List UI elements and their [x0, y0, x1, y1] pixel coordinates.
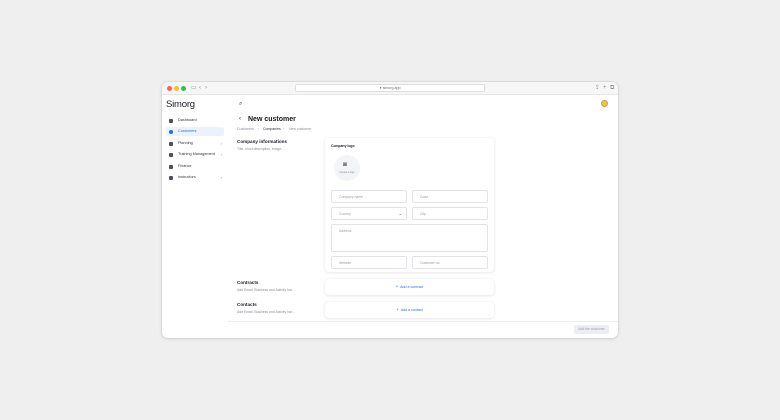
- sidebar-item-planning[interactable]: Planning ›: [166, 139, 224, 148]
- page-title: New customer: [248, 116, 296, 123]
- address-bar[interactable]: ● simorg.app: [295, 84, 485, 92]
- website-placeholder: Website: [339, 261, 352, 265]
- add-customer-button[interactable]: Add the customer: [574, 325, 609, 334]
- sidebar-item-label: Training Management: [178, 152, 215, 156]
- customers-icon: [169, 129, 173, 134]
- country-select[interactable]: Country ⌄: [331, 207, 407, 220]
- plus-icon: +: [395, 284, 399, 289]
- company-logo-label: Company logo: [331, 144, 355, 148]
- contracts-card: + Add a contract: [325, 279, 494, 295]
- calendar-icon: [169, 141, 173, 146]
- app-logo[interactable]: Simorg: [166, 99, 195, 110]
- dashboard-icon: [169, 118, 173, 123]
- section-subtitle: Add Email, Business and Activity bar...: [237, 288, 295, 292]
- code-placeholder: Code: [420, 195, 429, 199]
- sidebar-toggle-icon[interactable]: ▭: [191, 84, 197, 93]
- sidebar-item-label: Instructors: [178, 175, 196, 179]
- close-window-button[interactable]: [167, 86, 172, 91]
- tabs-overview-icon[interactable]: ⧉: [610, 84, 614, 93]
- search-icon[interactable]: ⌕: [239, 100, 242, 108]
- add-contract-label: Add a contract: [400, 285, 424, 289]
- browser-toolbar: ▭ ‹ › ● simorg.app ⇪ + ⧉: [162, 82, 618, 95]
- training-icon: [169, 152, 173, 157]
- upload-label: Upload a logo: [339, 171, 355, 174]
- breadcrumb-item: New customer: [289, 127, 312, 131]
- lock-icon: ●: [379, 86, 382, 90]
- code-field[interactable]: Code: [412, 190, 488, 203]
- sidebar-item-label: Customers: [178, 129, 197, 133]
- back-arrow-icon[interactable]: ‹: [199, 84, 201, 93]
- maximize-window-button[interactable]: [181, 86, 186, 91]
- chevron-right-icon: ›: [220, 175, 222, 180]
- company-form-card: Company logo ◙ Upload a logo Company nam…: [325, 138, 494, 272]
- add-contact-button[interactable]: + Add a contact: [325, 302, 494, 318]
- address-placeholder: Address: [339, 229, 352, 233]
- city-field[interactable]: City: [412, 207, 488, 220]
- sidebar-item-label: Planning: [178, 141, 193, 145]
- customer-no-placeholder: Customer no.: [420, 261, 441, 265]
- sidebar-item-customers[interactable]: Customers: [166, 127, 224, 136]
- section-title-company-informations: Company informations: [237, 139, 288, 144]
- camera-icon: ◙: [343, 161, 347, 168]
- new-tab-icon[interactable]: +: [603, 84, 607, 93]
- share-icon[interactable]: ⇪: [595, 84, 600, 93]
- breadcrumb-item[interactable]: Companies: [263, 127, 281, 131]
- sidebar-item-instructors[interactable]: Instructors ›: [166, 173, 224, 182]
- chevron-right-icon: ›: [220, 141, 222, 146]
- finance-icon: [169, 164, 173, 169]
- website-field[interactable]: Website: [331, 256, 407, 269]
- url-text: simorg.app: [382, 86, 401, 90]
- footer-divider: [228, 321, 618, 322]
- sidebar-item-training-management[interactable]: Training Management ›: [166, 150, 224, 159]
- add-contact-label: Add a contact: [400, 308, 423, 312]
- back-button[interactable]: ‹: [239, 116, 241, 122]
- logo-upload-button[interactable]: ◙ Upload a logo: [334, 155, 360, 181]
- section-subtitle: Add Email, Business and Activity bar...: [237, 310, 295, 314]
- browser-window: ▭ ‹ › ● simorg.app ⇪ + ⧉ Simorg Dashboar…: [162, 82, 618, 338]
- country-placeholder: Country: [339, 212, 351, 216]
- sidebar-item-dashboard[interactable]: Dashboard: [166, 116, 224, 125]
- company-name-placeholder: Company name: [339, 195, 363, 199]
- plus-icon: +: [396, 307, 399, 312]
- breadcrumb-item[interactable]: Customers: [237, 127, 254, 131]
- city-placeholder: City: [420, 212, 426, 216]
- forward-arrow-icon[interactable]: ›: [205, 84, 207, 93]
- minimize-window-button[interactable]: [174, 86, 179, 91]
- sidebar-item-finance[interactable]: Finance: [166, 162, 224, 171]
- breadcrumb-separator: ›: [258, 127, 260, 131]
- avatar[interactable]: [601, 100, 608, 107]
- add-contract-button[interactable]: + Add a contract: [325, 279, 494, 295]
- section-title-contracts: Contracts: [237, 280, 259, 285]
- sidebar-item-label: Dashboard: [178, 118, 197, 122]
- section-title-contacts: Contacts: [237, 302, 257, 307]
- breadcrumb-separator: ›: [283, 127, 285, 131]
- chevron-down-icon: ⌄: [398, 211, 402, 216]
- contacts-card: + Add a contact: [325, 302, 494, 318]
- company-name-field[interactable]: Company name: [331, 190, 407, 203]
- instructors-icon: [169, 175, 173, 180]
- chevron-right-icon: ›: [220, 152, 222, 157]
- address-textarea[interactable]: Address: [331, 224, 488, 252]
- sidebar-item-label: Finance: [178, 164, 192, 168]
- section-subtitle: Title, short description, image...: [237, 147, 284, 151]
- customer-no-field[interactable]: Customer no.: [412, 256, 488, 269]
